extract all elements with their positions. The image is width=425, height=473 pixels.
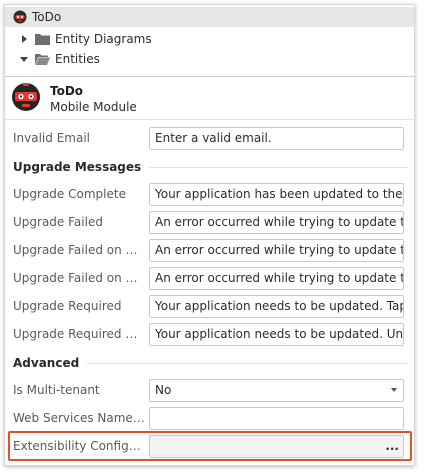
section-title: Advanced <box>13 356 80 370</box>
property-grid: Invalid Email Enter a valid email. Upgra… <box>5 119 414 465</box>
property-label: Upgrade Failed <box>13 215 103 229</box>
section-upgrade-messages: Upgrade Messages <box>13 156 408 178</box>
folder-open-icon <box>35 53 50 65</box>
tree-item-todo[interactable]: ToDo <box>5 7 414 27</box>
tree-item-label: Entities <box>55 52 100 66</box>
property-label: Web Services Names... <box>13 411 145 425</box>
module-tree: ToDo Entity Diagrams Entities <box>5 5 414 75</box>
upgrade-required-field[interactable]: Your application needs to be updated. Ta… <box>149 295 404 318</box>
chevron-down-icon[interactable] <box>19 54 29 64</box>
property-row-upgrade-required-wi: Upgrade Required wi... Your application … <box>5 320 414 348</box>
web-services-field[interactable] <box>149 407 404 430</box>
module-title: ToDo <box>50 84 84 98</box>
property-label: Is Multi-tenant <box>13 383 100 397</box>
multi-tenant-dropdown[interactable]: No <box>149 379 404 402</box>
tree-item-label: Entity Diagrams <box>55 32 152 46</box>
extensibility-field[interactable]: ... <box>149 435 404 458</box>
property-label: Extensibility Configur... <box>13 439 145 453</box>
property-row-upgrade-failed-on-da: Upgrade Failed on Da... An error occurre… <box>5 264 414 292</box>
property-row-upgrade-complete: Upgrade Complete Your application has be… <box>5 180 414 208</box>
property-row-upgrade-required: Upgrade Required Your application needs … <box>5 292 414 320</box>
upgrade-failed-on-re-field[interactable]: An error occurred while trying to update… <box>149 239 404 262</box>
module-subtitle: Mobile Module <box>50 100 137 114</box>
upgrade-failed-field[interactable]: An error occurred while trying to update… <box>149 211 404 234</box>
invalid-email-field[interactable]: Enter a valid email. <box>149 127 404 150</box>
property-row-extensibility: Extensibility Configur... ... <box>5 432 414 460</box>
module-header: ToDo Mobile Module <box>5 76 414 118</box>
section-divider <box>87 362 408 364</box>
property-row-upgrade-failed-on-re: Upgrade Failed on Re... An error occurre… <box>5 236 414 264</box>
section-advanced: Advanced <box>13 352 408 374</box>
property-label: Upgrade Failed on Re... <box>13 243 145 257</box>
property-label: Invalid Email <box>13 131 90 145</box>
chevron-down-icon[interactable] <box>391 388 397 392</box>
section-divider <box>149 166 408 168</box>
section-title: Upgrade Messages <box>13 160 142 174</box>
upgrade-required-wi-field[interactable]: Your application needs to be updated. Un… <box>149 323 404 346</box>
property-row-web-services: Web Services Names... <box>5 404 414 432</box>
properties-window: ToDo Entity Diagrams Entities ToDo Mobil… <box>4 4 415 466</box>
ellipsis-button[interactable]: ... <box>385 436 399 457</box>
upgrade-complete-field[interactable]: Your application has been updated to the… <box>149 183 404 206</box>
folder-icon <box>35 33 50 45</box>
chevron-right-icon[interactable] <box>19 34 29 44</box>
robot-app-icon <box>13 10 27 24</box>
property-row-upgrade-failed: Upgrade Failed An error occurred while t… <box>5 208 414 236</box>
tree-item-entity-diagrams[interactable]: Entity Diagrams <box>5 29 414 49</box>
tree-item-label: ToDo <box>32 10 62 24</box>
tree-item-entities[interactable]: Entities <box>5 49 414 69</box>
property-label: Upgrade Failed on Da... <box>13 271 145 285</box>
property-label: Upgrade Required <box>13 299 122 313</box>
robot-module-icon <box>11 82 41 112</box>
multi-tenant-value: No <box>155 383 172 397</box>
property-row-is-multi-tenant: Is Multi-tenant No <box>5 376 414 404</box>
property-label: Upgrade Required wi... <box>13 327 145 341</box>
property-row-invalid-email: Invalid Email Enter a valid email. <box>5 124 414 152</box>
upgrade-failed-on-da-field[interactable]: An error occurred while trying to update… <box>149 267 404 290</box>
property-label: Upgrade Complete <box>13 187 126 201</box>
